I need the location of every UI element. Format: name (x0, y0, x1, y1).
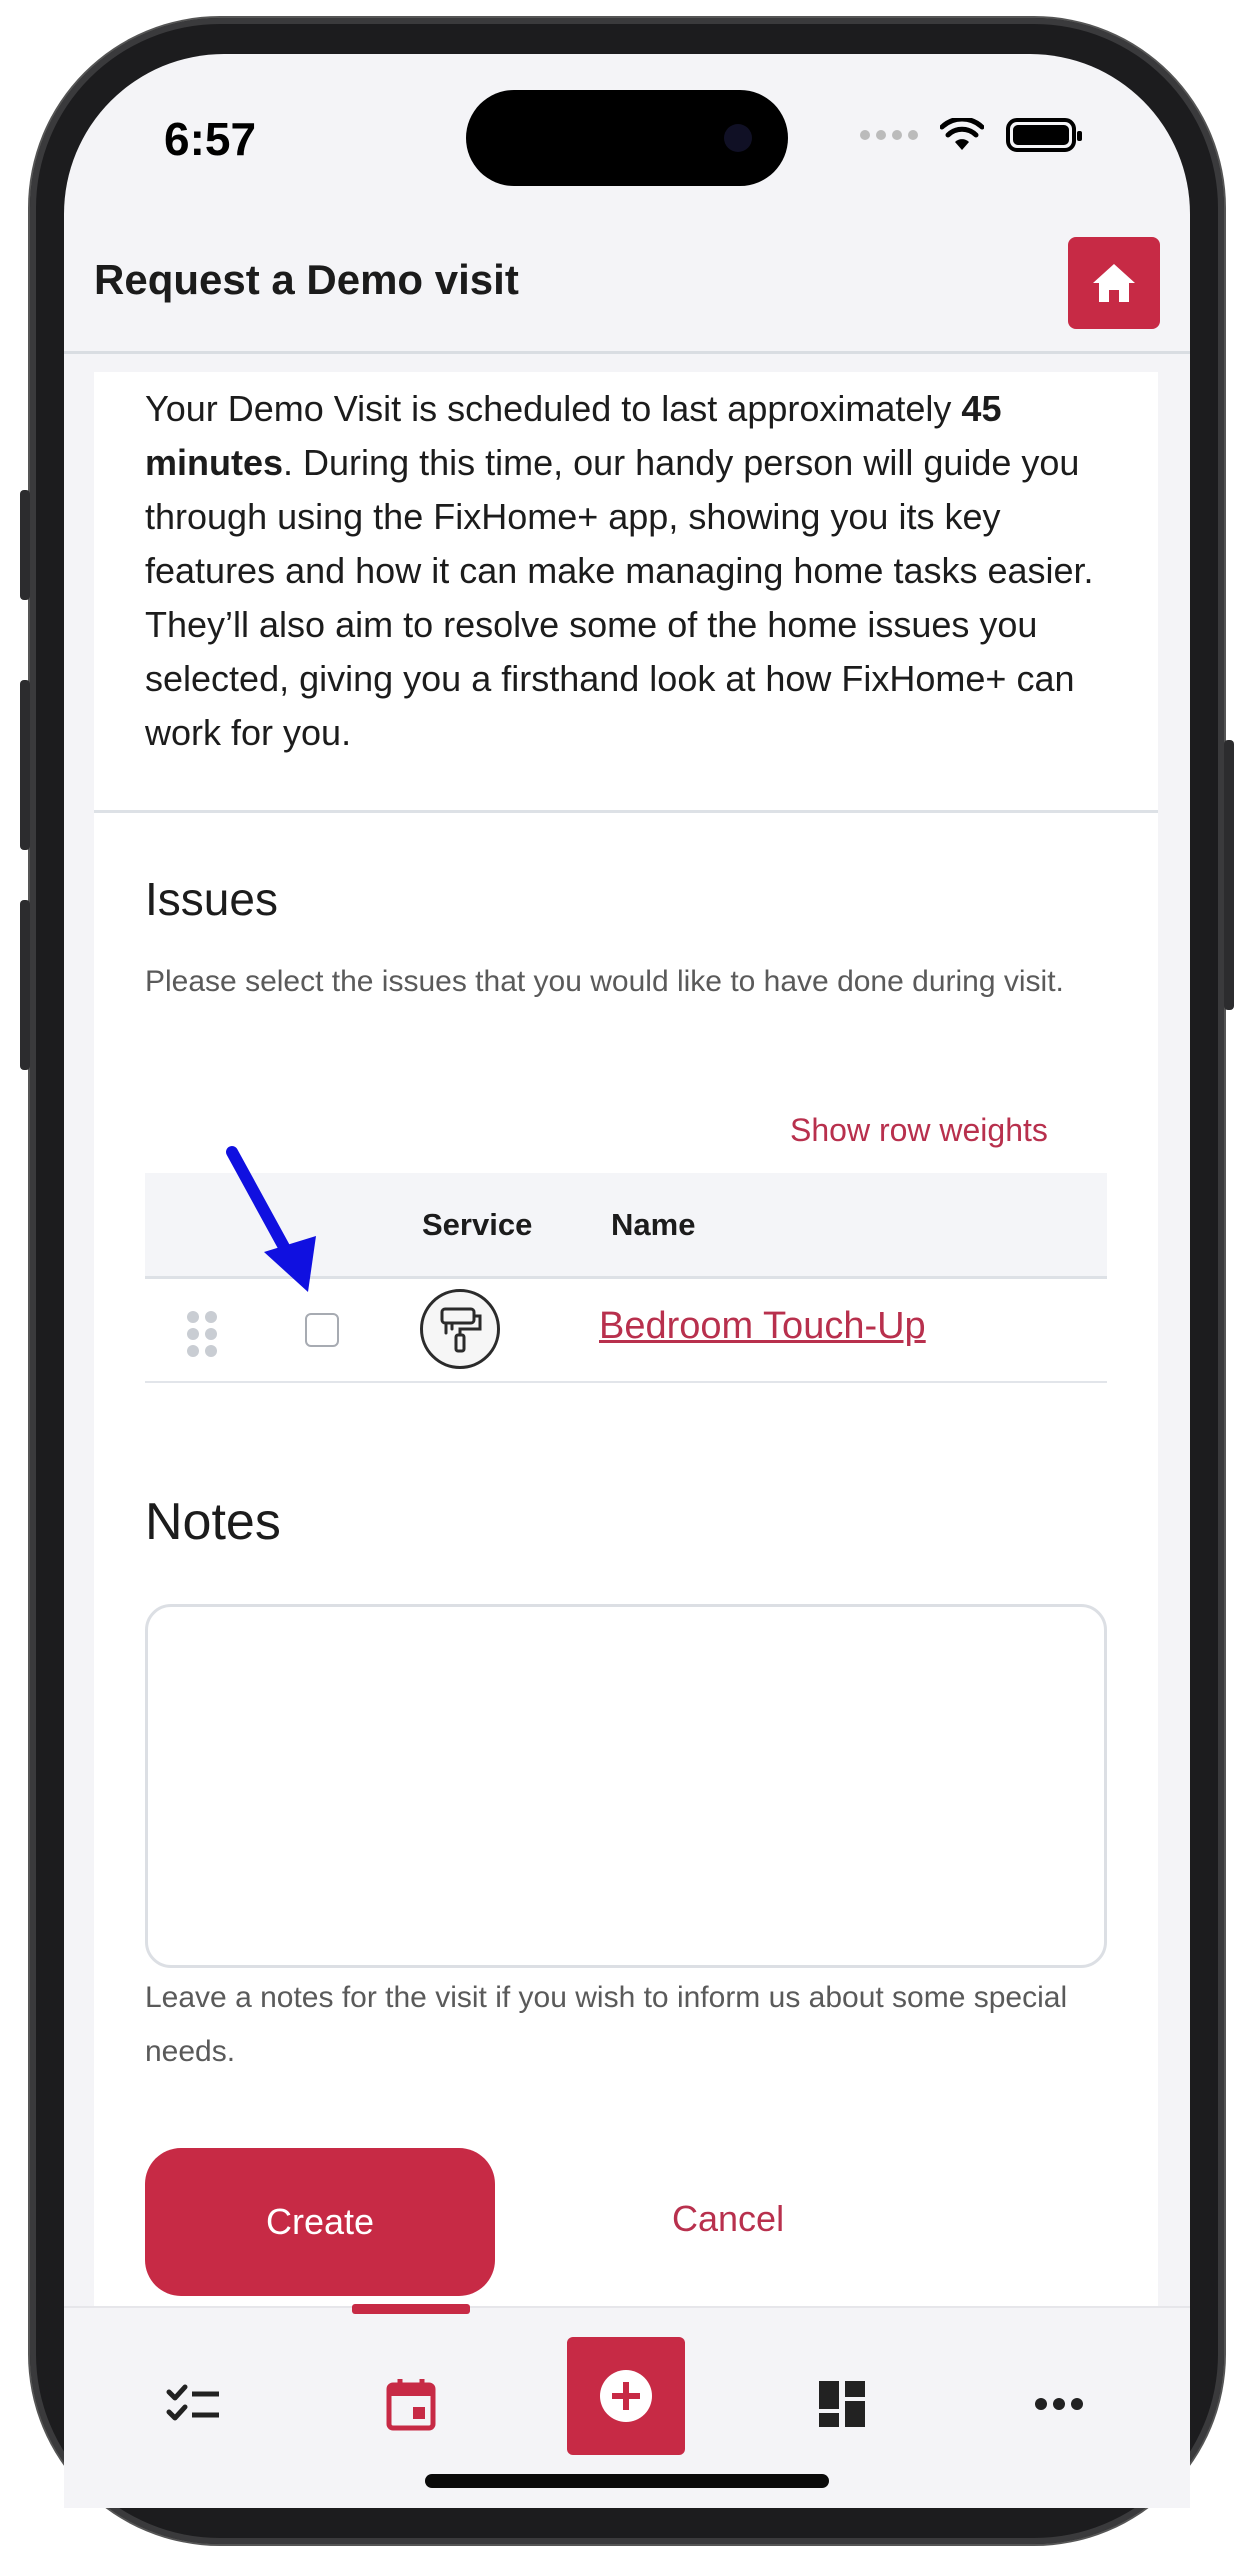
column-header-service[interactable]: Service (422, 1207, 532, 1243)
notes-textarea[interactable] (145, 1604, 1107, 1968)
home-button[interactable] (1068, 237, 1160, 329)
issue-checkbox[interactable] (305, 1313, 339, 1347)
status-time: 6:57 (164, 113, 257, 165)
volume-up-button (20, 680, 30, 850)
annotation-arrow-icon (226, 1146, 316, 1292)
home-indicator (425, 2474, 829, 2488)
intro-text-start: Your Demo Visit is scheduled to last app… (145, 388, 962, 429)
nav-calendar[interactable] (371, 2364, 451, 2444)
section-divider (94, 810, 1158, 813)
action-button (20, 490, 30, 600)
notes-title: Notes (145, 1493, 281, 1551)
cancel-button[interactable]: Cancel (672, 2198, 784, 2240)
nav-dashboard[interactable] (802, 2364, 882, 2444)
notes-helper-text: Leave a notes for the visit if you wish … (145, 1981, 1068, 2068)
column-header-name[interactable]: Name (611, 1207, 695, 1243)
add-icon (600, 2370, 652, 2422)
wifi-icon (940, 118, 984, 150)
nav-more[interactable] (1019, 2364, 1099, 2444)
app-header: Request a Demo visit (64, 236, 1190, 354)
battery-icon (1006, 118, 1082, 152)
dynamic-island (466, 90, 788, 186)
drag-handle-icon[interactable] (187, 1311, 217, 1357)
tasks-icon (166, 2384, 219, 2421)
nav-add[interactable] (567, 2337, 685, 2455)
intro-text-end: . During this time, our handy person wil… (145, 442, 1094, 753)
show-row-weights-link[interactable]: Show row weights (790, 1112, 1048, 1149)
dashboard-icon (819, 2381, 865, 2427)
status-icons (860, 118, 1082, 152)
issues-helper-text: Please select the issues that you would … (145, 965, 1064, 998)
calendar-icon (386, 2379, 436, 2431)
home-icon (1093, 264, 1135, 302)
issue-name-link[interactable]: Bedroom Touch-Up (599, 1305, 926, 1348)
intro-text: Your Demo Visit is scheduled to last app… (145, 382, 1125, 760)
power-button (1224, 740, 1234, 1010)
page-title: Request a Demo visit (94, 256, 519, 303)
create-button[interactable]: Create (145, 2148, 495, 2296)
volume-down-button (20, 900, 30, 1070)
cellular-icon (860, 130, 918, 140)
paint-roller-icon (420, 1289, 500, 1369)
more-icon (1035, 2398, 1083, 2410)
active-tab-indicator (352, 2304, 470, 2314)
issues-title: Issues (145, 873, 278, 925)
nav-tasks[interactable] (154, 2364, 234, 2444)
